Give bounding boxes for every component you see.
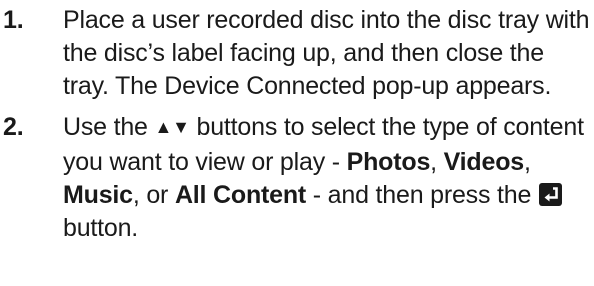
- step-text-intro: Use the: [63, 113, 155, 141]
- up-arrow-icon: ▲: [154, 117, 173, 137]
- instruction-steps: 1. Place a user recorded disc into the d…: [3, 4, 594, 245]
- step-number: 1.: [3, 6, 24, 34]
- step-text: Place a user recorded disc into the disc…: [63, 6, 590, 100]
- option-all-content: All Content: [174, 181, 307, 209]
- separator: ,: [523, 148, 531, 176]
- step-number: 2.: [3, 113, 24, 141]
- step-2: 2. Use the ▲▼ buttons to select the type…: [3, 111, 594, 245]
- option-photos: Photos: [346, 148, 431, 176]
- option-videos: Videos: [443, 148, 525, 176]
- enter-button-icon: [538, 183, 562, 206]
- option-music: Music: [63, 181, 133, 209]
- separator: , or: [132, 181, 175, 209]
- separator: ,: [430, 148, 444, 176]
- step-1: 1. Place a user recorded disc into the d…: [3, 4, 594, 103]
- instruction-page: 1. Place a user recorded disc into the d…: [0, 0, 594, 286]
- step-text-before-enter: - and then press the: [306, 181, 538, 209]
- down-arrow-icon: ▼: [172, 117, 190, 137]
- step-text-end: button.: [63, 214, 139, 242]
